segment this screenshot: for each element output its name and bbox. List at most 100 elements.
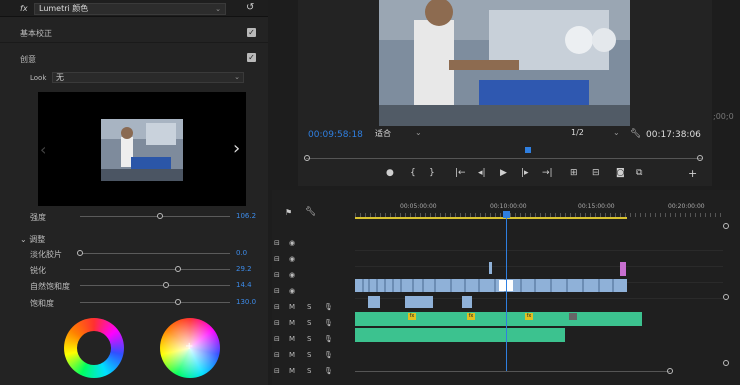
- solo-button[interactable]: S: [307, 367, 311, 375]
- mute-button[interactable]: M: [289, 351, 295, 359]
- adjust-section[interactable]: ⌄ 调整: [20, 234, 45, 245]
- mic-icon[interactable]: 🎙︎: [324, 351, 333, 359]
- slider-track[interactable]: [80, 216, 230, 217]
- timeline-playhead[interactable]: [506, 212, 507, 372]
- mark-out-icon[interactable]: }: [429, 168, 435, 178]
- solo-button[interactable]: S: [307, 335, 311, 343]
- video-clip-v2[interactable]: [489, 262, 492, 274]
- slider-knob[interactable]: [174, 299, 181, 305]
- lift-icon[interactable]: ⊞: [570, 168, 578, 178]
- sync-lock-icon[interactable]: ⊟: [274, 239, 280, 247]
- basic-enable-checkbox[interactable]: ✓: [247, 28, 256, 37]
- v-scroll-top[interactable]: [723, 223, 729, 229]
- sync-lock-icon[interactable]: ⊟: [274, 319, 280, 327]
- eye-icon[interactable]: ◉: [289, 239, 295, 247]
- extract-icon[interactable]: ⊟: [592, 168, 600, 178]
- slider-value[interactable]: 106.2: [236, 212, 256, 220]
- timeline-scrollbar[interactable]: [355, 371, 670, 372]
- slider-value[interactable]: 130.0: [236, 298, 256, 306]
- sync-lock-icon[interactable]: ⊟: [274, 271, 280, 279]
- wrench-icon[interactable]: 🔧︎: [630, 129, 641, 139]
- play-icon[interactable]: ▶: [500, 168, 507, 178]
- mute-button[interactable]: M: [289, 335, 295, 343]
- fit-select[interactable]: 适合 ⌄: [375, 128, 425, 140]
- marker-icon[interactable]: ●: [386, 168, 394, 178]
- crosshair-icon[interactable]: +: [185, 341, 193, 352]
- sync-lock-icon[interactable]: ⊟: [274, 255, 280, 263]
- mic-icon[interactable]: 🎙︎: [324, 303, 333, 311]
- shadow-tint-wheel[interactable]: [64, 318, 124, 378]
- scrub-bar[interactable]: [306, 158, 702, 159]
- audio-clip-a2[interactable]: [355, 328, 565, 342]
- go-to-in-icon[interactable]: |←: [455, 168, 466, 178]
- solo-button[interactable]: S: [307, 303, 311, 311]
- camera-icon[interactable]: ◙: [616, 168, 625, 178]
- solo-button[interactable]: S: [307, 351, 311, 359]
- compare-icon[interactable]: ⧉: [636, 168, 642, 178]
- effect-select[interactable]: Lumetri 颜色 ⌄: [34, 3, 226, 15]
- video-clip-small-1[interactable]: [368, 296, 380, 308]
- slider-track[interactable]: [80, 285, 230, 286]
- slider-knob[interactable]: [156, 213, 163, 219]
- snap-icon[interactable]: ⚑: [285, 208, 292, 217]
- audio-clip-a1[interactable]: fx fx fx: [355, 312, 642, 326]
- mute-button[interactable]: M: [289, 303, 295, 311]
- slider-knob[interactable]: [174, 266, 181, 272]
- mic-icon[interactable]: 🎙︎: [324, 335, 333, 343]
- section-creative[interactable]: 创意 ✓: [0, 44, 268, 66]
- slider-value[interactable]: 0.0: [236, 249, 247, 257]
- eye-icon[interactable]: ◉: [289, 255, 295, 263]
- section-basic-correction[interactable]: 基本校正 ✓: [0, 18, 268, 43]
- mute-button[interactable]: M: [289, 367, 295, 375]
- scrub-start-handle[interactable]: [304, 155, 310, 161]
- scrub-end-handle[interactable]: [697, 155, 703, 161]
- eye-icon[interactable]: ◉: [289, 271, 295, 279]
- mic-icon[interactable]: 🎙︎: [324, 319, 333, 327]
- slider-knob[interactable]: [162, 282, 169, 288]
- mute-button[interactable]: M: [289, 319, 295, 327]
- work-area-bar[interactable]: [355, 217, 627, 219]
- audio-track-header[interactable]: ⊟ M S 🎙︎: [272, 332, 354, 348]
- slider-value[interactable]: 14.4: [236, 281, 252, 289]
- scrollbar-handle[interactable]: [667, 368, 673, 374]
- chevron-left-icon[interactable]: ‹: [40, 140, 46, 159]
- video-track-header[interactable]: ⊟ ◉: [272, 268, 354, 284]
- sync-lock-icon[interactable]: ⊟: [274, 287, 280, 295]
- video-track-header[interactable]: ⊟ ◉: [272, 252, 354, 268]
- audio-track-header[interactable]: ⊟ M S 🎙︎: [272, 300, 354, 316]
- playhead-marker[interactable]: [524, 147, 531, 153]
- audio-track-header[interactable]: ⊟ M S 🎙︎: [272, 348, 354, 364]
- video-clip-small-2[interactable]: [405, 296, 433, 308]
- mark-in-icon[interactable]: {: [410, 168, 416, 178]
- slider-track[interactable]: [80, 269, 230, 270]
- eye-icon[interactable]: ◉: [289, 287, 295, 295]
- slider-knob[interactable]: [77, 250, 83, 256]
- video-clip-small-3[interactable]: [462, 296, 472, 308]
- wrench-icon[interactable]: 🔧︎: [305, 207, 316, 217]
- video-track-header[interactable]: ⊟ ◉: [272, 236, 354, 252]
- chevron-right-icon[interactable]: ›: [233, 138, 240, 159]
- step-forward-icon[interactable]: |▸: [521, 168, 529, 178]
- add-button-icon[interactable]: +: [688, 167, 697, 180]
- audio-track-header[interactable]: ⊟ M S 🎙︎: [272, 364, 354, 380]
- highlight-tint-wheel[interactable]: +: [160, 318, 220, 378]
- marker-clip[interactable]: [620, 262, 626, 276]
- step-back-icon[interactable]: ◂|: [478, 168, 486, 178]
- timeline-playhead-handle[interactable]: [503, 211, 510, 218]
- sync-lock-icon[interactable]: ⊟: [274, 335, 280, 343]
- sync-lock-icon[interactable]: ⊟: [274, 351, 280, 359]
- mic-icon[interactable]: 🎙︎: [324, 367, 333, 375]
- video-clip-v1[interactable]: [355, 279, 627, 292]
- audio-track-header[interactable]: ⊟ M S 🎙︎: [272, 316, 354, 332]
- creative-enable-checkbox[interactable]: ✓: [247, 53, 256, 62]
- v-scroll-bottom[interactable]: [723, 360, 729, 366]
- solo-button[interactable]: S: [307, 319, 311, 327]
- slider-track[interactable]: [80, 253, 230, 254]
- slider-value[interactable]: 29.2: [236, 265, 252, 273]
- slider-track[interactable]: [80, 302, 230, 303]
- v-scroll-mid[interactable]: [723, 294, 729, 300]
- sync-lock-icon[interactable]: ⊟: [274, 367, 280, 375]
- sync-lock-icon[interactable]: ⊟: [274, 303, 280, 311]
- current-timecode[interactable]: 00:09:58:18: [308, 130, 363, 140]
- go-to-out-icon[interactable]: →|: [542, 168, 553, 178]
